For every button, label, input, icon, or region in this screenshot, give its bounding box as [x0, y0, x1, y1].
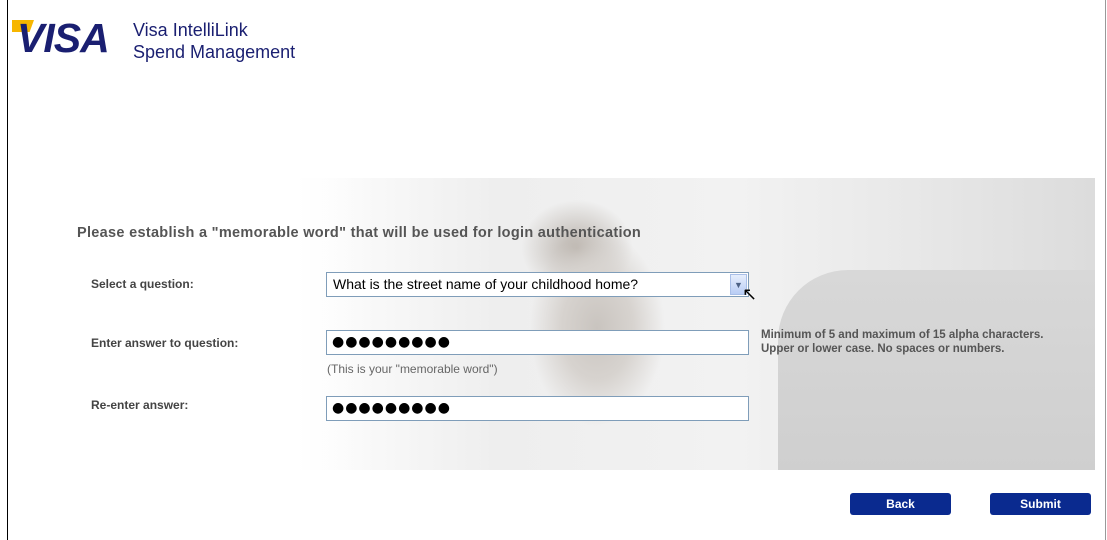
- answer-hint: (This is your "memorable word"): [327, 362, 498, 376]
- app-name: Visa IntelliLink Spend Management: [133, 19, 295, 63]
- answer-rules: Minimum of 5 and maximum of 15 alpha cha…: [761, 329, 1044, 355]
- mouse-pointer-icon: ↖: [742, 284, 758, 304]
- app-name-line2: Spend Management: [133, 42, 296, 62]
- page-border-right: [1105, 0, 1106, 540]
- reenter-label: Re-enter answer:: [91, 398, 189, 412]
- answer-input[interactable]: ●●●●●●●●●: [326, 330, 749, 355]
- question-label: Select a question:: [91, 277, 194, 291]
- background-monitor-shape: [778, 270, 1095, 470]
- page-border-left: [7, 0, 8, 540]
- question-select-value: What is the street name of your childhoo…: [333, 276, 639, 292]
- question-select[interactable]: What is the street name of your childhoo…: [326, 272, 749, 297]
- reenter-input-masked-value: ●●●●●●●●●: [332, 400, 451, 416]
- reenter-input[interactable]: ●●●●●●●●●: [326, 396, 749, 421]
- submit-button[interactable]: Submit: [990, 493, 1091, 515]
- answer-input-masked-value: ●●●●●●●●●: [332, 334, 451, 350]
- background-fade: [70, 178, 370, 470]
- app-name-line1: Visa IntelliLink: [133, 20, 248, 40]
- back-button[interactable]: Back: [850, 493, 951, 515]
- visa-logo: VISA: [17, 15, 110, 61]
- form-heading: Please establish a "memorable word" that…: [77, 225, 642, 241]
- answer-label: Enter answer to question:: [91, 336, 239, 350]
